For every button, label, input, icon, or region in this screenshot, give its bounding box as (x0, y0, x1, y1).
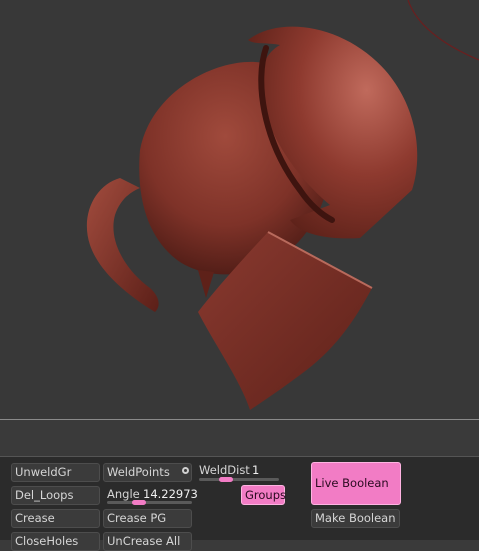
radio-circle-icon[interactable] (182, 467, 189, 474)
groups-toggle[interactable]: Groups (241, 485, 286, 505)
angle-slider-handle[interactable] (131, 500, 146, 505)
weld-dist-slider[interactable]: WeldDist 1 (196, 463, 286, 482)
drip-shape (198, 270, 214, 298)
weld-dist-label: WeldDist (199, 463, 250, 477)
close-holes-button[interactable]: CloseHoles (11, 532, 100, 551)
live-boolean-toggle[interactable]: Live Boolean (311, 462, 401, 505)
weld-points-label: WeldPoints (107, 465, 170, 479)
rotation-guide-arc (407, 0, 479, 61)
mesh-render (86, 0, 479, 410)
crease-button[interactable]: Crease (11, 509, 100, 528)
uncrease-all-button[interactable]: UnCrease All (103, 532, 192, 551)
angle-label: Angle (107, 487, 140, 501)
angle-slider[interactable]: Angle 14.22973 (103, 486, 198, 505)
angle-track (107, 501, 192, 504)
3d-viewport[interactable] (0, 0, 479, 420)
unweld-groups-button[interactable]: UnweldGr (11, 463, 100, 482)
del-loops-button[interactable]: Del_Loops (11, 486, 100, 505)
weld-dist-slider-handle[interactable] (218, 477, 233, 482)
weld-dist-track (199, 478, 279, 481)
crease-pg-button[interactable]: Crease PG (103, 509, 192, 528)
weld-dist-value: 1 (252, 463, 260, 477)
make-boolean-button[interactable]: Make Boolean (311, 509, 400, 528)
weld-points-button[interactable]: WeldPoints (103, 463, 192, 482)
toolbar-gap (0, 420, 479, 456)
angle-value: 14.22973 (143, 487, 198, 501)
geometry-panel: UnweldGr Del_Loops Crease CloseHoles Wel… (0, 456, 479, 551)
